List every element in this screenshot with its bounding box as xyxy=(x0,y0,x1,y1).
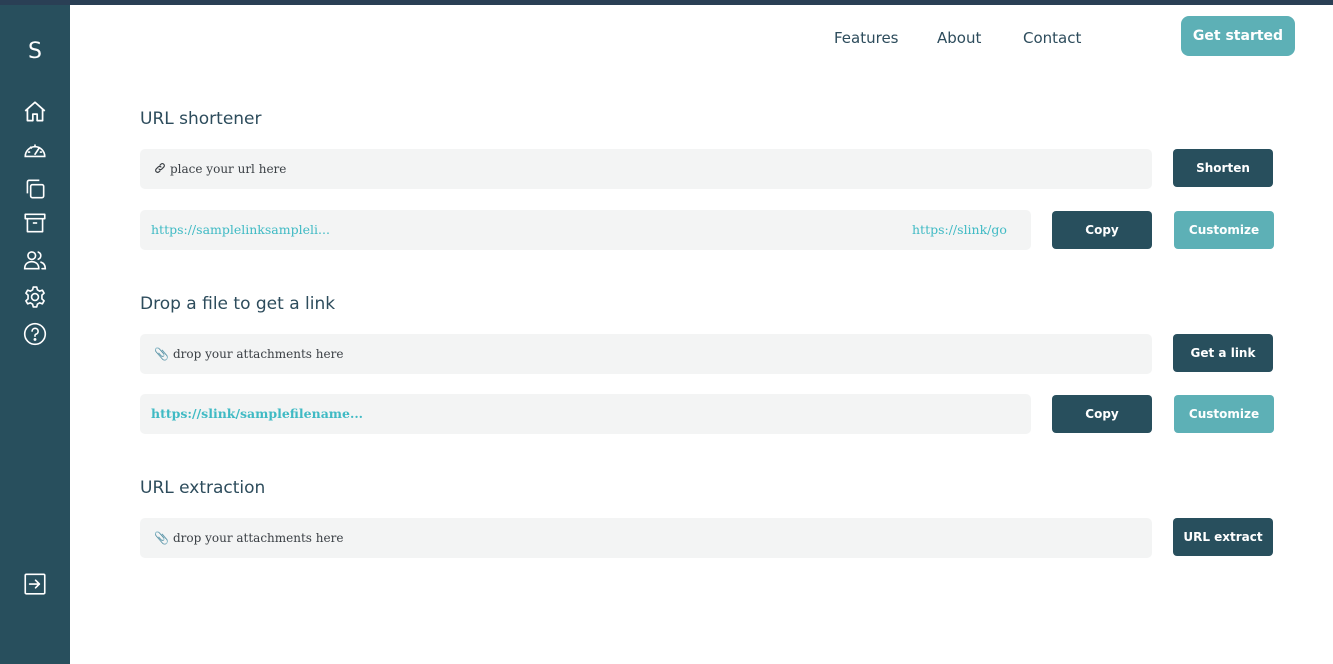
dashboard-icon[interactable] xyxy=(22,138,48,164)
home-icon[interactable] xyxy=(22,99,48,125)
users-icon[interactable] xyxy=(22,247,48,273)
url-extraction-title: URL extraction xyxy=(140,478,266,498)
shorten-button[interactable]: Shorten xyxy=(1173,149,1273,187)
app-logo: S xyxy=(28,39,42,64)
help-icon[interactable] xyxy=(22,321,48,347)
sidebar: S xyxy=(0,5,70,664)
copy-file-url-button[interactable]: Copy xyxy=(1052,395,1152,433)
file-drop-input[interactable]: 📎 drop your attachments here xyxy=(140,334,1152,374)
nav-link-features[interactable]: Features xyxy=(834,29,899,47)
file-drop-title: Drop a file to get a link xyxy=(140,294,336,314)
extraction-input[interactable]: 📎 drop your attachments here xyxy=(140,518,1152,558)
copy-short-url-button[interactable]: Copy xyxy=(1052,211,1152,249)
link-icon xyxy=(154,149,166,189)
nav-link-contact[interactable]: Contact xyxy=(1023,29,1081,47)
settings-icon[interactable] xyxy=(22,284,48,310)
main-content: Features About Contact Get started URL s… xyxy=(70,5,1333,664)
paperclip-icon: 📎 xyxy=(154,347,169,361)
logout-icon[interactable] xyxy=(22,571,48,597)
get-a-link-button[interactable]: Get a link xyxy=(1173,334,1273,372)
file-drop-placeholder: drop your attachments here xyxy=(172,347,344,361)
file-url-field[interactable]: https://slink/samplefilename... xyxy=(140,394,1031,434)
shortened-url-field[interactable]: https://samplelinksampleli... https://sl… xyxy=(140,210,1031,250)
extraction-placeholder: drop your attachments here xyxy=(172,531,344,545)
file-url-text: https://slink/samplefilename... xyxy=(151,406,364,421)
nav-link-about[interactable]: About xyxy=(937,29,981,47)
archive-icon[interactable] xyxy=(22,210,48,236)
url-input-placeholder: place your url here xyxy=(170,162,287,176)
customize-short-url-button[interactable]: Customize xyxy=(1174,211,1274,249)
paperclip-icon: 📎 xyxy=(154,531,169,545)
get-started-button[interactable]: Get started xyxy=(1181,16,1295,56)
long-url-text: https://samplelinksampleli... xyxy=(151,222,330,237)
url-input[interactable]: place your url here xyxy=(140,149,1152,189)
url-extract-button[interactable]: URL extract xyxy=(1173,518,1273,556)
customize-file-url-button[interactable]: Customize xyxy=(1174,395,1274,433)
short-url-text: https://slink/go xyxy=(912,222,1007,237)
url-shortener-title: URL shortener xyxy=(140,109,262,129)
copy-icon[interactable] xyxy=(22,176,48,202)
